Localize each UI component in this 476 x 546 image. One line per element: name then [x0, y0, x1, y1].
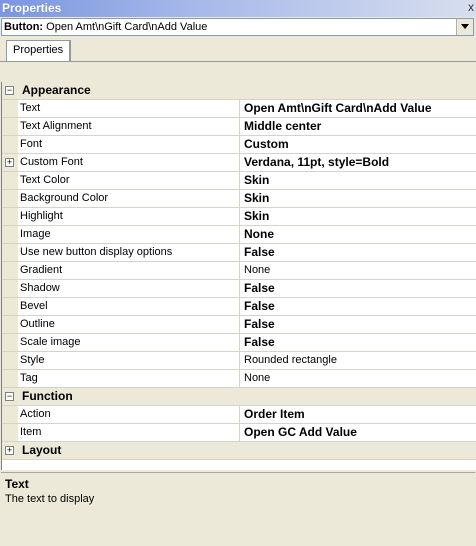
row-gutter: [2, 370, 18, 387]
chevron-down-icon: [461, 24, 469, 29]
property-name: Text: [18, 100, 240, 117]
property-value[interactable]: False: [242, 334, 476, 351]
description-title: Text: [5, 477, 29, 491]
property-name: Background Color: [18, 190, 240, 207]
property-value[interactable]: False: [242, 298, 476, 315]
row-gutter: [2, 136, 18, 153]
property-value[interactable]: Middle center: [242, 118, 476, 135]
property-name: Font: [18, 136, 240, 153]
property-value[interactable]: Custom: [242, 136, 476, 153]
property-value[interactable]: Order Item: [242, 406, 476, 423]
property-row[interactable]: Tag None: [2, 370, 476, 388]
row-gutter: [2, 226, 18, 243]
property-name: Tag: [18, 370, 240, 387]
row-gutter: [2, 190, 18, 207]
description-text: The text to display: [5, 493, 95, 505]
expand-icon[interactable]: +: [5, 158, 14, 167]
property-name: Bevel: [18, 298, 240, 315]
property-row[interactable]: Text Alignment Middle center: [2, 118, 476, 136]
category-layout[interactable]: + Layout: [2, 442, 476, 460]
property-row[interactable]: Style Rounded rectangle: [2, 352, 476, 370]
property-row[interactable]: Highlight Skin: [2, 208, 476, 226]
close-icon[interactable]: x: [468, 0, 474, 14]
category-appearance[interactable]: − Appearance: [2, 82, 476, 100]
row-gutter: [2, 424, 18, 441]
object-name: Open Amt\nGift Card\nAdd Value: [46, 21, 208, 33]
property-row[interactable]: Gradient None: [2, 262, 476, 280]
description-pane: Text The text to display: [1, 472, 475, 546]
property-row[interactable]: Outline False: [2, 316, 476, 334]
property-row[interactable]: + Custom Font Verdana, 11pt, style=Bold: [2, 154, 476, 172]
property-name: Outline: [18, 316, 240, 333]
property-name: Use new button display options: [18, 244, 240, 261]
object-type-label: Button:: [4, 21, 44, 33]
title-bar: Properties x: [0, 0, 476, 17]
tab-properties[interactable]: Properties: [6, 40, 72, 61]
property-name: Style: [18, 352, 240, 369]
category-function[interactable]: − Function: [2, 388, 476, 406]
property-value[interactable]: None: [242, 370, 476, 387]
property-row[interactable]: Text Color Skin: [2, 172, 476, 190]
property-grid: − Appearance Text Open Amt\nGift Card\nAd…: [1, 82, 476, 470]
property-value[interactable]: None: [242, 226, 476, 243]
property-row[interactable]: Action Order Item: [2, 406, 476, 424]
property-name: Image: [18, 226, 240, 243]
tab-strip: Properties: [0, 37, 476, 62]
expand-icon[interactable]: +: [5, 446, 14, 455]
category-label: Function: [22, 389, 73, 403]
property-value[interactable]: False: [242, 316, 476, 333]
row-gutter: [2, 406, 18, 423]
property-row[interactable]: Bevel False: [2, 298, 476, 316]
property-row[interactable]: Scale image False: [2, 334, 476, 352]
property-row[interactable]: Use new button display options False: [2, 244, 476, 262]
row-gutter: [2, 172, 18, 189]
collapse-icon[interactable]: −: [5, 392, 14, 401]
row-gutter: [2, 208, 18, 225]
property-name: Highlight: [18, 208, 240, 225]
row-gutter: [2, 118, 18, 135]
property-row[interactable]: Font Custom: [2, 136, 476, 154]
property-row[interactable]: Item Open GC Add Value: [2, 424, 476, 442]
property-row[interactable]: Shadow False: [2, 280, 476, 298]
property-value[interactable]: Rounded rectangle: [242, 352, 476, 369]
property-name: Action: [18, 406, 240, 423]
property-value[interactable]: Skin: [242, 172, 476, 189]
property-name: Text Alignment: [18, 118, 240, 135]
property-name: Gradient: [18, 262, 240, 279]
row-gutter: [2, 352, 18, 369]
property-value[interactable]: Open GC Add Value: [242, 424, 476, 441]
row-gutter: [2, 244, 18, 261]
dropdown-button[interactable]: [456, 19, 473, 35]
property-row[interactable]: Text Open Amt\nGift Card\nAdd Value: [2, 100, 476, 118]
property-value[interactable]: Skin: [242, 208, 476, 225]
collapse-icon[interactable]: −: [5, 86, 14, 95]
property-name: Shadow: [18, 280, 240, 297]
property-value[interactable]: Open Amt\nGift Card\nAdd Value: [242, 100, 476, 117]
property-name: Custom Font: [18, 154, 240, 171]
property-name: Text Color: [18, 172, 240, 189]
row-gutter: [2, 334, 18, 351]
property-row[interactable]: Background Color Skin: [2, 190, 476, 208]
property-value[interactable]: Verdana, 11pt, style=Bold: [242, 154, 476, 171]
row-gutter: [2, 280, 18, 297]
property-value[interactable]: None: [242, 262, 476, 279]
window-title: Properties: [2, 1, 62, 15]
object-selector[interactable]: Button: Open Amt\nGift Card\nAdd Value: [1, 18, 474, 36]
property-row[interactable]: Image None: [2, 226, 476, 244]
property-value[interactable]: False: [242, 244, 476, 261]
category-label: Appearance: [22, 83, 91, 97]
row-gutter: [2, 298, 18, 315]
category-label: Layout: [22, 443, 62, 457]
property-name: Item: [18, 424, 240, 441]
row-gutter: [2, 262, 18, 279]
property-value[interactable]: False: [242, 280, 476, 297]
property-value[interactable]: Skin: [242, 190, 476, 207]
row-gutter: [2, 100, 18, 117]
property-name: Scale image: [18, 334, 240, 351]
row-gutter: [2, 316, 18, 333]
